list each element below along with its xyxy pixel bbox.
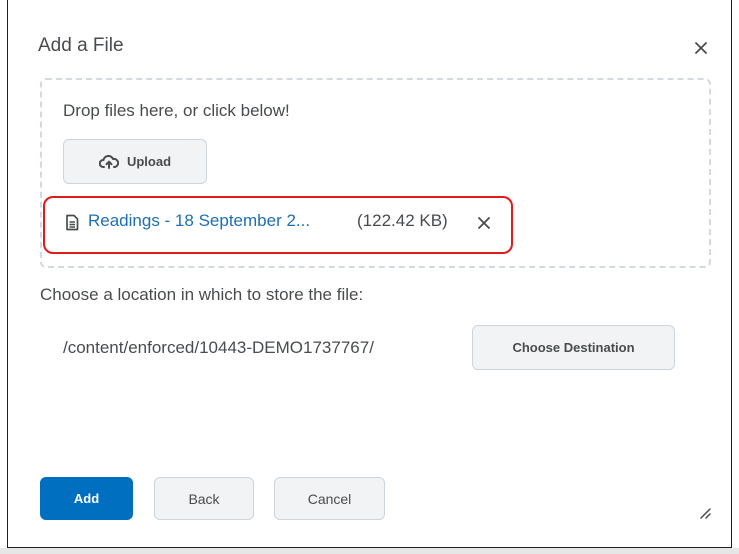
dialog-title: Add a File — [38, 35, 124, 56]
page-background-bar — [0, 548, 739, 554]
upload-label: Upload — [126, 154, 172, 169]
back-button[interactable]: Back — [154, 477, 254, 520]
close-icon — [695, 42, 707, 54]
choose-destination-button[interactable]: Choose Destination — [472, 325, 675, 370]
selected-file-size: (122.42 KB) — [357, 211, 448, 230]
cancel-button[interactable]: Cancel — [274, 477, 385, 520]
document-icon — [65, 214, 79, 236]
remove-icon — [478, 217, 490, 229]
cloud-upload-icon — [98, 154, 119, 169]
location-label: Choose a location in which to store the … — [40, 285, 364, 304]
resize-handle-icon[interactable] — [697, 505, 711, 519]
close-button[interactable] — [688, 35, 714, 61]
location-path: /content/enforced/10443-DEMO1737767/ — [63, 338, 374, 357]
dropzone-prompt: Drop files here, or click below! — [63, 101, 290, 120]
remove-file-button[interactable] — [474, 213, 494, 233]
selected-file-link[interactable]: Readings - 18 September 2... — [88, 211, 310, 231]
upload-button[interactable]: Upload — [63, 139, 207, 184]
add-button[interactable]: Add — [40, 477, 133, 520]
